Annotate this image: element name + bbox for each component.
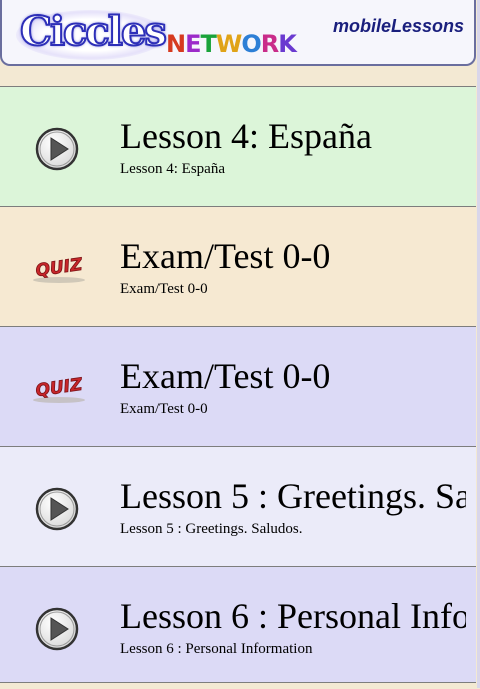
- lesson-title: Lesson 6 : Personal Information: [120, 597, 466, 636]
- lesson-subtitle: Lesson 5 : Greetings. Saludos.: [120, 521, 303, 537]
- lesson-row[interactable]: Lesson 6 : Personal Information Lesson 6 …: [0, 566, 476, 686]
- quiz-icon[interactable]: QUIZ: [28, 371, 90, 405]
- logo-wordmark: Ciccles: [19, 7, 168, 56]
- brand-label: mobileLessons: [332, 16, 464, 36]
- quiz-badge-text: QUIZ: [34, 375, 84, 401]
- logo-network-letter: W: [215, 30, 243, 58]
- logo-network-letter: T: [200, 30, 217, 58]
- play-icon[interactable]: [34, 486, 80, 532]
- logo-network-letter: R: [260, 30, 280, 58]
- quiz-icon[interactable]: QUIZ: [28, 251, 90, 285]
- lesson-row[interactable]: QUIZ Exam/Test 0-0 Exam/Test 0-0: [0, 206, 476, 326]
- play-icon[interactable]: [34, 606, 80, 652]
- lesson-list: Lesson 4: España Lesson 4: España QUIZ Exam…: [0, 86, 476, 686]
- lesson-subtitle: Lesson 4: España: [120, 161, 225, 177]
- logo-network-text: NETWORK: [166, 30, 297, 58]
- lesson-row[interactable]: Lesson 4: España Lesson 4: España: [0, 86, 476, 206]
- app-header: Ciccles NETWORK mobileLessons: [0, 0, 476, 66]
- play-icon[interactable]: [34, 126, 80, 172]
- lesson-title: Exam/Test 0-0: [120, 237, 331, 276]
- lesson-subtitle: Exam/Test 0-0: [120, 281, 208, 297]
- lesson-title: Lesson 5 : Greetings. Saludos.: [120, 477, 466, 516]
- logo-network-letter: O: [241, 30, 261, 58]
- logo-network-letter: K: [278, 30, 297, 58]
- lesson-row[interactable]: QUIZ Exam/Test 0-0 Exam/Test 0-0: [0, 326, 476, 446]
- quiz-badge-text: QUIZ: [34, 255, 84, 281]
- logo-network-letter: E: [185, 30, 201, 58]
- lesson-title: Exam/Test 0-0: [120, 357, 331, 396]
- logo-network-letter: N: [166, 30, 186, 58]
- lesson-subtitle: Exam/Test 0-0: [120, 401, 208, 417]
- lesson-subtitle: Lesson 6 : Personal Information: [120, 641, 313, 657]
- lesson-row[interactable]: Lesson 5 : Greetings. Saludos. Lesson 5 :…: [0, 446, 476, 566]
- lesson-title: Lesson 4: España: [120, 117, 372, 156]
